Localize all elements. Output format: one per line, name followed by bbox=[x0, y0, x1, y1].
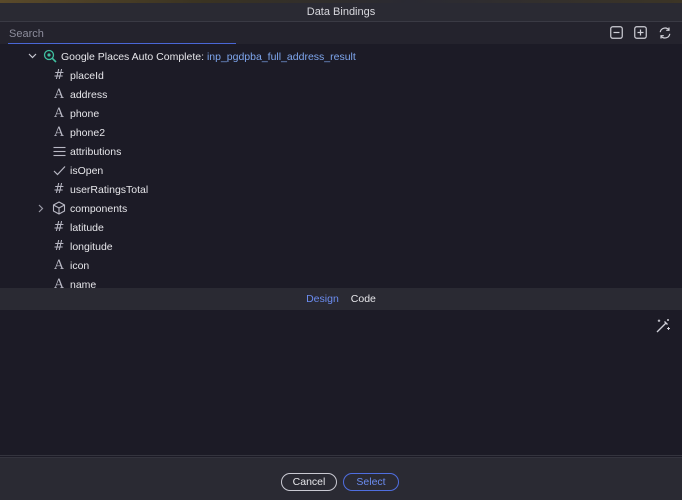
tree-root-label: Google Places Auto Complete: inp_pgdpba_… bbox=[61, 51, 356, 63]
search-box bbox=[8, 24, 236, 44]
tree-item-label: icon bbox=[70, 259, 90, 272]
chevron-down-icon[interactable] bbox=[27, 51, 37, 61]
number-type-icon: # bbox=[53, 219, 65, 235]
bindings-tree[interactable]: Google Places Auto Complete: inp_pgdpba_… bbox=[0, 44, 682, 288]
tab-design[interactable]: Design bbox=[306, 293, 339, 305]
tree-item-longitude[interactable]: # longitude bbox=[0, 237, 682, 256]
tree-item-name[interactable]: A name bbox=[0, 275, 682, 289]
plus-box-icon[interactable] bbox=[633, 25, 648, 40]
background-strip bbox=[0, 0, 682, 3]
refresh-icon[interactable] bbox=[657, 25, 672, 40]
root-variable-name: inp_pgdpba_full_address_result bbox=[206, 50, 356, 63]
text-type-icon: A bbox=[54, 105, 64, 121]
tree-item-userratingstotal[interactable]: # userRatingsTotal bbox=[0, 180, 682, 199]
search-data-icon bbox=[43, 49, 57, 63]
number-type-icon: # bbox=[53, 238, 65, 254]
root-source-name: Google Places Auto Complete: bbox=[61, 50, 205, 63]
title-bar: Data Bindings bbox=[0, 0, 682, 22]
tree-item-placeid[interactable]: # placeId bbox=[0, 66, 682, 85]
chevron-right-icon[interactable] bbox=[36, 203, 46, 213]
text-type-icon: A bbox=[54, 257, 64, 273]
tree-item-label: longitude bbox=[70, 240, 113, 253]
expression-editor[interactable] bbox=[0, 310, 682, 456]
cancel-button[interactable]: Cancel bbox=[281, 473, 337, 491]
tree-item-phone2[interactable]: A phone2 bbox=[0, 123, 682, 142]
tree-item-label: attributions bbox=[70, 145, 122, 158]
tree-item-label: userRatingsTotal bbox=[70, 183, 149, 196]
editor-tabs: Design Code bbox=[0, 288, 682, 310]
minus-box-icon[interactable] bbox=[609, 25, 624, 40]
text-type-icon: A bbox=[54, 276, 64, 289]
tree-item-address[interactable]: A address bbox=[0, 85, 682, 104]
list-type-icon bbox=[52, 144, 66, 158]
tree-item-phone[interactable]: A phone bbox=[0, 104, 682, 123]
tree-root[interactable]: Google Places Auto Complete: inp_pgdpba_… bbox=[0, 47, 682, 66]
text-type-icon: A bbox=[54, 86, 64, 102]
tab-code[interactable]: Code bbox=[351, 293, 376, 305]
tree-item-label: address bbox=[70, 88, 108, 101]
cube-icon bbox=[52, 201, 66, 215]
number-type-icon: # bbox=[53, 181, 65, 197]
toolbar bbox=[0, 22, 682, 44]
tree-item-latitude[interactable]: # latitude bbox=[0, 218, 682, 237]
window-title: Data Bindings bbox=[306, 5, 376, 18]
tree-item-components[interactable]: components bbox=[0, 199, 682, 218]
tree-item-label: placeId bbox=[70, 69, 104, 82]
dialog-footer: Cancel Select bbox=[0, 457, 682, 500]
tree-item-attributions[interactable]: attributions bbox=[0, 142, 682, 161]
tree-item-isopen[interactable]: isOpen bbox=[0, 161, 682, 180]
tree-item-label: isOpen bbox=[70, 164, 104, 177]
tree-item-icon[interactable]: A icon bbox=[0, 256, 682, 275]
tree-item-label: components bbox=[70, 202, 128, 215]
tree-item-label: latitude bbox=[70, 221, 104, 234]
tree-item-label: phone2 bbox=[70, 126, 106, 139]
search-input[interactable] bbox=[8, 25, 236, 44]
magic-wand-icon[interactable] bbox=[655, 318, 671, 334]
select-button[interactable]: Select bbox=[343, 473, 399, 491]
checkmark-icon bbox=[52, 163, 66, 177]
text-type-icon: A bbox=[54, 124, 64, 140]
number-type-icon: # bbox=[53, 67, 65, 83]
tree-item-label: name bbox=[70, 278, 97, 289]
toolbar-icons bbox=[609, 25, 672, 40]
tree-item-label: phone bbox=[70, 107, 100, 120]
